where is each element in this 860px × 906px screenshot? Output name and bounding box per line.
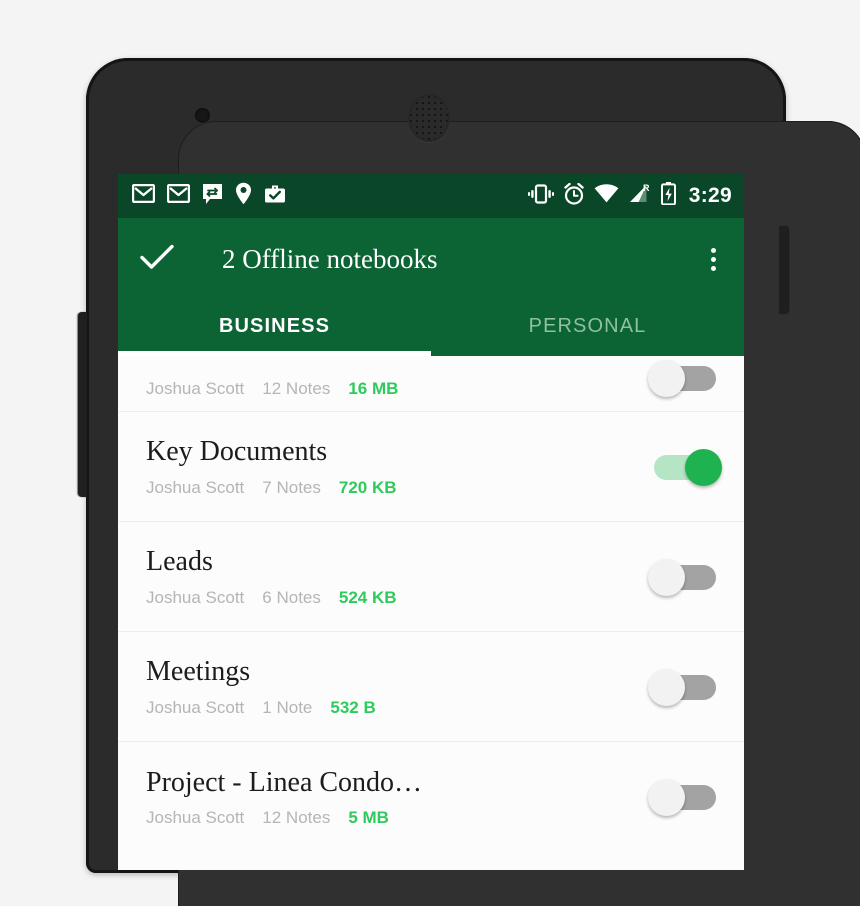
- status-bar-notification-icons: [131, 182, 286, 210]
- notebook-row-meta: Joshua Scott 12 Notes 5 MB: [146, 808, 634, 828]
- wifi-icon: [594, 184, 619, 208]
- notebook-size: 5 MB: [348, 808, 389, 828]
- offline-toggle[interactable]: [648, 446, 722, 488]
- overflow-dot-3: [711, 265, 716, 271]
- notebook-size: 532 B: [330, 697, 376, 717]
- notebook-row-meta: Joshua Scott 7 Notes 720 KB: [146, 478, 634, 498]
- notebook-owner: Joshua Scott: [146, 808, 245, 828]
- notebook-row[interactable]: Project - Linea Condo… Joshua Scott 12 N…: [118, 742, 744, 852]
- toggle-thumb: [648, 668, 685, 706]
- overflow-dot-2: [711, 256, 716, 262]
- notebook-row[interactable]: Key Documents Joshua Scott 7 Notes 720 K…: [118, 412, 744, 522]
- notebook-note-count: 12 Notes: [262, 379, 331, 398]
- notebook-row[interactable]: Joshua Scott 12 Notes 16 MB: [118, 356, 744, 412]
- notebook-row-text: Meetings Joshua Scott 1 Note 532 B: [146, 655, 634, 717]
- vibrate-icon: [527, 183, 554, 209]
- notebook-note-count: 1 Note: [262, 697, 313, 717]
- notebook-row-meta: Joshua Scott 12 Notes 16 MB: [146, 379, 634, 399]
- gmail-icon: [131, 183, 156, 208]
- tab-business-label: BUSINESS: [218, 314, 331, 337]
- notebook-owner: Joshua Scott: [146, 477, 245, 497]
- alarm-clock-icon: [563, 182, 585, 210]
- overflow-dot-1: [711, 247, 716, 253]
- cellular-signal-roaming-icon: R: [628, 183, 652, 209]
- notebook-row-text: Joshua Scott 12 Notes 16 MB: [146, 379, 634, 399]
- offline-notebook-list[interactable]: Joshua Scott 12 Notes 16 MB Key Document…: [118, 356, 744, 870]
- app-toolbar: 2 Offline notebooks: [118, 218, 744, 300]
- tab-personal-label: PERSONAL: [528, 314, 647, 337]
- offline-toggle[interactable]: [648, 776, 722, 818]
- tab-bar: BUSINESS PERSONAL: [118, 300, 744, 356]
- battery-charging-icon: [660, 182, 676, 210]
- toggle-thumb: [648, 360, 685, 397]
- status-bar[interactable]: R 3:29: [118, 174, 744, 218]
- offline-toggle[interactable]: [648, 357, 722, 399]
- toggle-thumb: [685, 448, 722, 486]
- offline-toggle[interactable]: [648, 556, 722, 598]
- notebook-row[interactable]: Meetings Joshua Scott 1 Note 532 B: [118, 632, 744, 742]
- tab-business[interactable]: BUSINESS: [118, 300, 431, 356]
- notebook-size: 16 MB: [348, 379, 399, 398]
- notebook-row-text: Key Documents Joshua Scott 7 Notes 720 K…: [146, 435, 634, 497]
- notebook-note-count: 6 Notes: [262, 587, 321, 607]
- tab-personal[interactable]: PERSONAL: [431, 300, 744, 356]
- sync-message-icon: [202, 183, 223, 210]
- notebook-row-text: Leads Joshua Scott 6 Notes 524 KB: [146, 545, 634, 607]
- phone-screen: R 3:29 2 Offline notebooks BUSINESS PERS…: [118, 174, 744, 870]
- notebook-row[interactable]: Leads Joshua Scott 6 Notes 524 KB: [118, 522, 744, 632]
- screenshot-stage: R 3:29 2 Offline notebooks BUSINESS PERS…: [0, 0, 860, 906]
- earpiece-speaker-grille: [408, 94, 450, 142]
- check-icon: [140, 244, 174, 275]
- status-bar-system-icons: R 3:29: [527, 182, 732, 210]
- notebook-title: Leads: [146, 546, 213, 578]
- gmail-icon-2: [166, 183, 191, 208]
- status-bar-clock: 3:29: [688, 184, 732, 207]
- svg-text:R: R: [643, 183, 650, 193]
- notebook-note-count: 12 Notes: [262, 808, 331, 828]
- more-vertical-icon[interactable]: [703, 242, 724, 277]
- front-camera-lens: [195, 108, 210, 123]
- notebook-owner: Joshua Scott: [146, 697, 245, 717]
- page-title: 2 Offline notebooks: [222, 243, 438, 274]
- notebook-title: Project - Linea Condo…: [146, 766, 423, 798]
- confirm-check-button[interactable]: [140, 244, 174, 275]
- notebook-row-text: Project - Linea Condo… Joshua Scott 12 N…: [146, 766, 634, 828]
- notebook-size: 720 KB: [338, 477, 397, 497]
- notebook-row-meta: Joshua Scott 1 Note 532 B: [146, 698, 634, 718]
- notebook-owner: Joshua Scott: [146, 379, 245, 398]
- notebook-note-count: 7 Notes: [262, 477, 321, 497]
- volume-rocker-button[interactable]: [78, 312, 87, 497]
- notebook-row-meta: Joshua Scott 6 Notes 524 KB: [146, 588, 634, 608]
- offline-toggle[interactable]: [648, 666, 722, 708]
- notebook-title: Meetings: [146, 656, 251, 688]
- notebook-size: 524 KB: [338, 587, 397, 607]
- notebook-owner: Joshua Scott: [146, 587, 245, 607]
- work-profile-briefcase-icon: [264, 183, 286, 209]
- power-button[interactable]: [779, 226, 788, 314]
- location-pin-icon: [235, 182, 252, 210]
- toggle-thumb: [648, 779, 685, 816]
- notebook-title: Key Documents: [146, 436, 328, 468]
- toggle-thumb: [648, 558, 685, 596]
